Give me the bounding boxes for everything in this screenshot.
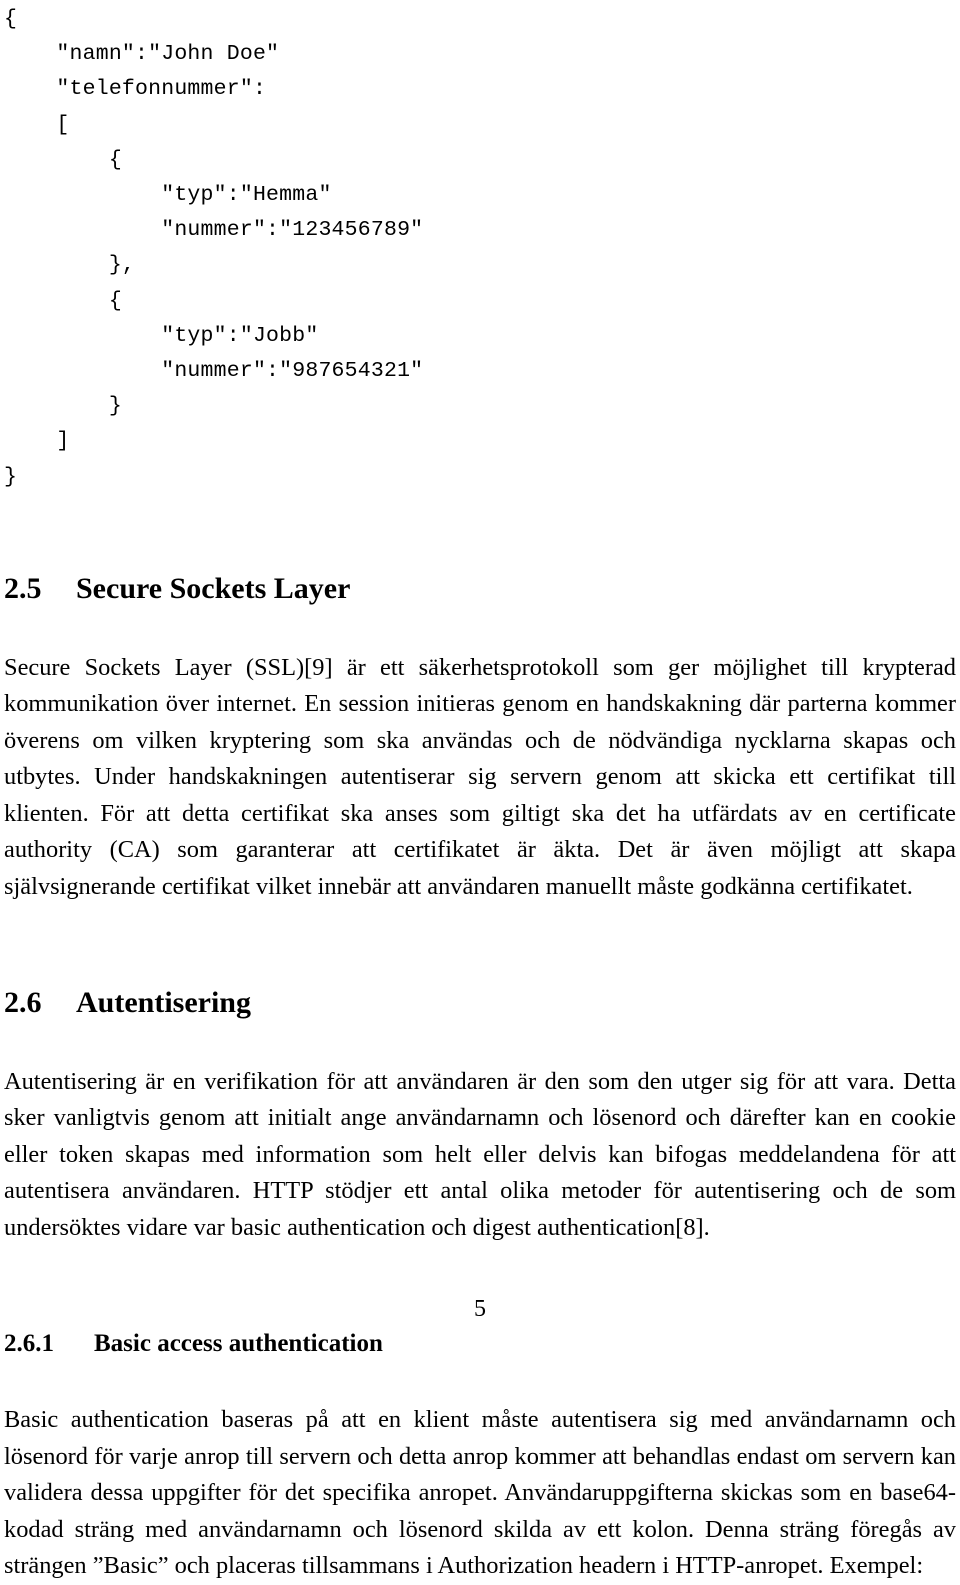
code-line: { xyxy=(4,288,122,313)
subsection-title: Basic access authentication xyxy=(94,1330,383,1358)
code-line: "telefonnummer": xyxy=(4,77,267,102)
code-line: ] xyxy=(4,429,70,454)
subsection-number: 2.6.1 xyxy=(4,1330,54,1358)
code-line: { xyxy=(4,7,18,31)
subsection-heading-2-6-1: 2.6.1 Basic access authentication xyxy=(4,1329,956,1358)
code-line: }, xyxy=(4,253,136,278)
code-line: } xyxy=(4,394,122,419)
code-line: [ xyxy=(4,112,70,137)
document-page: { "namn":"John Doe" "telefonnummer": [ {… xyxy=(0,0,960,1579)
section-title: Secure Sockets Layer xyxy=(76,571,351,605)
code-listing-json: { "namn":"John Doe" "telefonnummer": [ {… xyxy=(4,2,956,495)
code-line: "nummer":"123456789" xyxy=(4,218,424,243)
section-heading-2-5: 2.5 Secure Sockets Layer xyxy=(4,572,956,606)
code-line: { xyxy=(4,147,122,172)
section-number: 2.6 xyxy=(4,986,42,1020)
subsection-2-6-1-paragraph: Basic authentication baseras på att en k… xyxy=(4,1406,956,1580)
code-line: "namn":"John Doe" xyxy=(4,42,280,67)
section-2-5-paragraph: Secure Sockets Layer (SSL)[9] är ett säk… xyxy=(4,653,956,900)
section-title: Autentisering xyxy=(76,986,251,1020)
code-line: "nummer":"987654321" xyxy=(4,359,424,384)
section-2-6-paragraph: Autentisering är en verifikation för att… xyxy=(4,1067,956,1241)
code-line: "typ":"Hemma" xyxy=(4,183,332,208)
page-number: 5 xyxy=(474,1296,486,1322)
code-line: } xyxy=(4,464,18,489)
section-number: 2.5 xyxy=(4,571,42,605)
code-line: "typ":"Jobb" xyxy=(4,323,319,348)
section-heading-2-6: 2.6 Autentisering xyxy=(4,986,956,1020)
